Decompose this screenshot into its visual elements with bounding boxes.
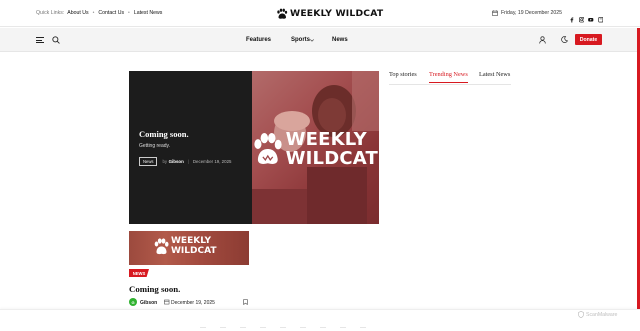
quick-link-contact-us[interactable]: Contact Us xyxy=(98,10,124,16)
tab-trending-news[interactable]: Trending News xyxy=(429,71,468,83)
quick-links: Quick Links: About Us • Contact Us • Lat… xyxy=(36,10,163,16)
calendar-icon xyxy=(164,299,170,305)
main-nav: Features Sports News Donate xyxy=(0,28,640,52)
quick-link-latest-news[interactable]: Latest News xyxy=(134,10,163,16)
youtube-icon[interactable] xyxy=(588,10,594,22)
mail-icon[interactable] xyxy=(597,10,604,23)
article-card-image[interactable]: WEEKLY WILDCAT xyxy=(129,231,249,265)
hero-author[interactable]: Gibson xyxy=(169,159,184,164)
scanmalware-badge[interactable]: ScanMalware xyxy=(578,311,617,318)
search-icon[interactable] xyxy=(52,35,60,44)
instagram-icon[interactable] xyxy=(578,10,585,23)
nav-item-sports-label: Sports xyxy=(291,37,311,43)
chevron-down-icon xyxy=(310,38,314,42)
hero-subtitle: Getting ready. xyxy=(139,143,171,149)
article-card-title[interactable]: Coming soon. xyxy=(129,284,180,294)
quick-links-label: Quick Links: xyxy=(36,10,65,16)
tab-latest-news[interactable]: Latest News xyxy=(479,71,510,78)
hero-by: by xyxy=(162,159,168,164)
user-icon[interactable] xyxy=(539,36,546,44)
hero-meta: News by Gibson | December 19, 2025 xyxy=(139,157,231,166)
header-date: Friday, 19 December 2025 xyxy=(492,10,562,16)
sidebar-tabs: Top stories Trending News Latest News xyxy=(389,71,511,85)
article-card-meta: G Gibson December 19, 2025 xyxy=(129,298,249,307)
nav-item-sports[interactable]: Sports xyxy=(291,37,310,43)
tabs-divider xyxy=(389,84,511,85)
nav-item-features[interactable]: Features xyxy=(246,37,271,43)
hero-date: December 19, 2025 xyxy=(192,159,232,164)
article-card-author[interactable]: Gibson xyxy=(140,300,157,306)
avatar[interactable]: G xyxy=(129,298,137,306)
paw-logo-icon xyxy=(277,8,288,19)
paw-logo-icon xyxy=(154,237,169,254)
card-logo-text: WEEKLY WILDCAT xyxy=(171,236,217,256)
scanmalware-text: ScanMalware xyxy=(586,311,618,318)
site-name: WEEKLY WILDCAT xyxy=(290,8,384,19)
bookmark-icon[interactable] xyxy=(243,298,248,305)
nav-item-news[interactable]: News xyxy=(332,37,348,43)
hero-logo-text: WEEKLY WILDCAT xyxy=(285,129,378,169)
header-date-text: Friday, 19 December 2025 xyxy=(501,10,563,16)
calendar-icon xyxy=(492,10,498,16)
tab-top-stories[interactable]: Top stories xyxy=(389,71,417,78)
hero-category-tag[interactable]: News xyxy=(139,157,158,166)
facebook-icon[interactable] xyxy=(569,10,575,23)
quick-link-about-us[interactable]: About Us xyxy=(67,10,88,16)
hero-logo-overlay: WEEKLY WILDCAT xyxy=(253,127,378,171)
menu-icon[interactable] xyxy=(36,37,44,43)
news-category-badge[interactable]: NEWS xyxy=(129,269,149,277)
dark-mode-icon[interactable] xyxy=(561,36,568,43)
bottom-faint-content xyxy=(200,327,440,329)
card-logo: WEEKLY WILDCAT xyxy=(154,236,217,256)
hero-title[interactable]: Coming soon. xyxy=(139,129,189,139)
social-links xyxy=(569,10,604,23)
article-card-date: December 19, 2025 xyxy=(171,299,215,306)
shield-icon xyxy=(578,311,584,318)
site-logo[interactable]: WEEKLY WILDCAT xyxy=(276,7,383,20)
top-bar: Quick Links: About Us • Contact Us • Lat… xyxy=(0,0,640,27)
donate-button[interactable]: Donate xyxy=(575,34,602,45)
paw-logo-icon xyxy=(254,133,282,164)
